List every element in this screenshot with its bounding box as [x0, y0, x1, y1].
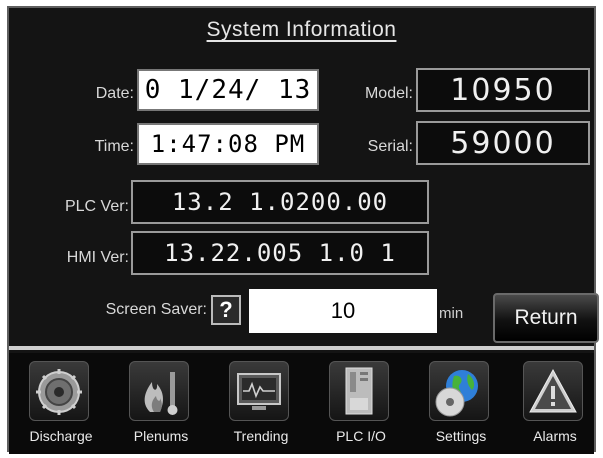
nav-alarms-button[interactable]: Alarms — [515, 359, 595, 451]
nav-label-trending: Trending — [233, 428, 289, 444]
warning-triangle-icon — [523, 361, 583, 421]
time-field[interactable]: 1:47:08 PM — [137, 123, 319, 165]
date-label: Date: — [95, 85, 134, 102]
help-button[interactable]: ? — [211, 295, 241, 325]
nav-settings-button[interactable]: Settings — [421, 359, 501, 451]
nav-label-discharge: Discharge — [29, 428, 93, 444]
flame-icon — [129, 361, 189, 421]
plc-module-icon — [329, 361, 389, 421]
divider — [9, 346, 594, 350]
screen-saver-label: Screen Saver: — [105, 301, 207, 318]
plc-ver-label: PLC Ver: — [64, 198, 129, 215]
nav-label-alarms: Alarms — [533, 428, 577, 444]
model-value: 10950 — [416, 68, 590, 112]
model-label: Model: — [364, 85, 413, 102]
serial-label: Serial: — [367, 138, 413, 155]
date-field[interactable]: 0 1/24/ 13 — [137, 69, 319, 111]
page-title: System Information — [206, 18, 397, 41]
hmi-screen: System Information Date: 0 1/24/ 13 Mode… — [0, 0, 603, 458]
globe-cd-icon — [429, 361, 489, 421]
serial-value: 59000 — [416, 121, 590, 165]
nav-plc-io-button[interactable]: PLC I/O — [321, 359, 401, 451]
chart-screen-icon — [229, 361, 289, 421]
nav-discharge-button[interactable]: Discharge — [21, 359, 101, 451]
hmi-ver-value: 13.22.005 1.0 1 — [131, 231, 429, 275]
time-label: Time: — [94, 138, 134, 155]
screen-saver-input[interactable]: 10 — [249, 289, 437, 333]
bottom-nav: Discharge Plenums Trending PLC I/O Setti… — [9, 353, 594, 454]
nav-trending-button[interactable]: Trending — [221, 359, 301, 451]
system-info-panel: System Information Date: 0 1/24/ 13 Mode… — [7, 6, 599, 454]
nav-label-plenums: Plenums — [133, 428, 189, 444]
hmi-ver-label: HMI Ver: — [66, 249, 129, 266]
gear-disc-icon — [29, 361, 89, 421]
screen-saver-unit: min — [439, 305, 464, 322]
nav-plenums-button[interactable]: Plenums — [121, 359, 201, 451]
nav-label-settings: Settings — [435, 428, 487, 444]
return-button[interactable]: Return — [493, 293, 599, 343]
plc-ver-value: 13.2 1.0200.00 — [131, 180, 429, 224]
nav-label-plc-io: PLC I/O — [336, 428, 386, 444]
